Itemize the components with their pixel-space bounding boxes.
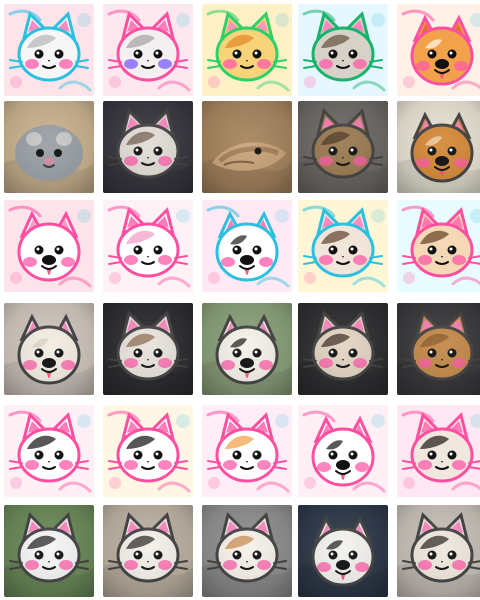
tile-image bbox=[202, 200, 292, 292]
tile-image bbox=[202, 505, 292, 597]
tile-image bbox=[4, 505, 94, 597]
tile-5-5 bbox=[397, 405, 480, 497]
tile-image bbox=[4, 303, 94, 395]
tile-image bbox=[4, 405, 94, 497]
tile-2-5 bbox=[397, 101, 480, 193]
tile-3-4 bbox=[298, 200, 388, 292]
image-grid bbox=[0, 0, 480, 600]
tile-6-5 bbox=[397, 505, 480, 597]
tile-5-4 bbox=[298, 405, 388, 497]
tile-1-5 bbox=[397, 4, 480, 96]
tile-4-2 bbox=[103, 303, 193, 395]
tile-1-4 bbox=[298, 4, 388, 96]
tile-image bbox=[4, 200, 94, 292]
tile-4-4 bbox=[298, 303, 388, 395]
tile-image bbox=[103, 505, 193, 597]
tile-image bbox=[298, 200, 388, 292]
tile-image bbox=[103, 4, 193, 96]
tile-3-3 bbox=[202, 200, 292, 292]
tile-image bbox=[103, 200, 193, 292]
tile-1-1 bbox=[4, 4, 94, 96]
tile-image bbox=[298, 405, 388, 497]
tile-6-3 bbox=[202, 505, 292, 597]
tile-image bbox=[298, 101, 388, 193]
tile-5-3 bbox=[202, 405, 292, 497]
tile-2-3 bbox=[202, 101, 292, 193]
tile-image bbox=[4, 4, 94, 96]
tile-4-5 bbox=[397, 303, 480, 395]
tile-image bbox=[202, 101, 292, 193]
tile-image bbox=[202, 4, 292, 96]
tile-1-2 bbox=[103, 4, 193, 96]
tile-image bbox=[397, 303, 480, 395]
tile-1-3 bbox=[202, 4, 292, 96]
tile-6-1 bbox=[4, 505, 94, 597]
tile-image bbox=[298, 4, 388, 96]
tile-image bbox=[298, 505, 388, 597]
tile-image bbox=[202, 405, 292, 497]
tile-image bbox=[397, 505, 480, 597]
tile-3-5 bbox=[397, 200, 480, 292]
tile-image bbox=[298, 303, 388, 395]
tile-image bbox=[103, 303, 193, 395]
tile-3-2 bbox=[103, 200, 193, 292]
tile-4-1 bbox=[4, 303, 94, 395]
tile-2-1 bbox=[4, 101, 94, 193]
tile-6-4 bbox=[298, 505, 388, 597]
tile-image bbox=[4, 101, 94, 193]
tile-4-3 bbox=[202, 303, 292, 395]
tile-5-2 bbox=[103, 405, 193, 497]
tile-2-4 bbox=[298, 101, 388, 193]
tile-3-1 bbox=[4, 200, 94, 292]
tile-image bbox=[397, 101, 480, 193]
tile-image bbox=[103, 405, 193, 497]
tile-2-2 bbox=[103, 101, 193, 193]
tile-image bbox=[202, 303, 292, 395]
tile-image bbox=[397, 200, 480, 292]
tile-5-1 bbox=[4, 405, 94, 497]
tile-image bbox=[103, 101, 193, 193]
tile-image bbox=[397, 405, 480, 497]
tile-image bbox=[397, 4, 480, 96]
tile-6-2 bbox=[103, 505, 193, 597]
